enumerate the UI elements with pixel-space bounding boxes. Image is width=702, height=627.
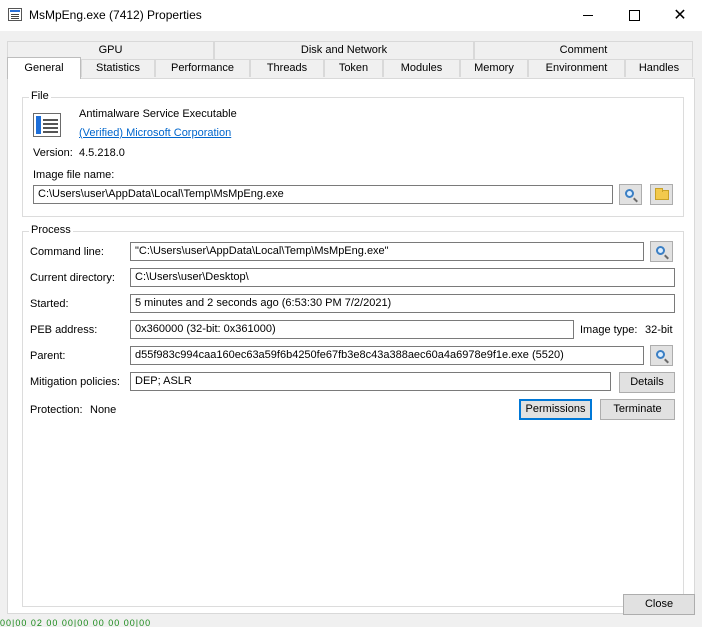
inspect-parent-button[interactable] xyxy=(650,345,673,366)
permissions-button[interactable]: Permissions xyxy=(519,399,592,420)
maximize-icon xyxy=(628,10,640,21)
inspect-file-button[interactable] xyxy=(619,184,642,205)
mitigation-policies-label: Mitigation policies: xyxy=(30,376,120,388)
close-button[interactable]: Close xyxy=(623,594,695,615)
image-file-name-field[interactable]: C:\Users\user\AppData\Local\Temp\MsMpEng… xyxy=(33,185,613,204)
peb-address-label: PEB address: xyxy=(30,324,98,336)
protection-value: None xyxy=(90,404,117,416)
minimize-icon xyxy=(583,15,593,16)
image-file-name-label: Image file name: xyxy=(33,169,115,181)
started-label: Started: xyxy=(30,298,69,310)
general-tab-panel: File Antimalware Service Executable (Ver… xyxy=(7,78,695,614)
version-value: 4.5.218.0 xyxy=(79,147,125,159)
maximize-button[interactable] xyxy=(611,0,657,31)
tab-handles[interactable]: Handles xyxy=(625,59,693,77)
minimize-button[interactable] xyxy=(565,0,611,31)
tab-general[interactable]: General xyxy=(7,57,81,79)
magnifier-icon xyxy=(655,349,665,359)
current-directory-label: Current directory: xyxy=(30,272,115,284)
background-window-strip: 00|00 02 00 00|00 00 00 00|00 xyxy=(0,618,702,627)
file-legend: File xyxy=(29,90,51,102)
peb-address-field[interactable]: 0x360000 (32-bit: 0x361000) xyxy=(130,320,574,339)
mitigation-policies-field[interactable]: DEP; ASLR xyxy=(130,372,611,391)
terminate-button[interactable]: Terminate xyxy=(600,399,675,420)
tab-token[interactable]: Token xyxy=(324,59,383,77)
parent-field[interactable]: d55f983c994caa160ec63a59f6b4250fe67fb3e8… xyxy=(130,346,644,365)
image-type-label: Image type: xyxy=(580,324,638,336)
open-file-location-button[interactable] xyxy=(650,184,673,205)
parent-label: Parent: xyxy=(30,350,66,362)
application-icon-large xyxy=(33,113,61,137)
process-legend: Process xyxy=(29,224,73,236)
image-type-value: 32-bit xyxy=(645,324,673,336)
tab-statistics[interactable]: Statistics xyxy=(81,59,155,77)
application-icon xyxy=(8,8,22,21)
tab-performance[interactable]: Performance xyxy=(155,59,250,77)
started-field[interactable]: 5 minutes and 2 seconds ago (6:53:30 PM … xyxy=(130,294,675,313)
window-title: MsMpEng.exe (7412) Properties xyxy=(29,8,202,22)
protection-label: Protection: xyxy=(30,404,83,416)
current-directory-field[interactable]: C:\Users\user\Desktop\ xyxy=(130,268,675,287)
magnifier-icon xyxy=(655,245,665,255)
command-line-field[interactable]: "C:\Users\user\AppData\Local\Temp\MsMpEn… xyxy=(130,242,644,261)
command-line-label: Command line: xyxy=(30,246,104,258)
inspect-command-line-button[interactable] xyxy=(650,241,673,262)
version-label: Version: xyxy=(33,147,73,159)
folder-icon xyxy=(654,187,669,200)
properties-dialog: GPU Disk and Network Comment General Sta… xyxy=(0,31,702,627)
file-description: Antimalware Service Executable xyxy=(79,108,237,120)
close-window-button[interactable]: ✕ xyxy=(657,0,702,31)
tab-disk-and-network[interactable]: Disk and Network xyxy=(214,41,474,59)
tab-environment[interactable]: Environment xyxy=(528,59,625,77)
verified-company-link[interactable]: (Verified) Microsoft Corporation xyxy=(79,127,231,139)
details-button[interactable]: Details xyxy=(619,372,675,393)
tab-memory[interactable]: Memory xyxy=(460,59,528,77)
tab-threads[interactable]: Threads xyxy=(250,59,324,77)
close-icon: ✕ xyxy=(673,6,687,24)
tab-comment[interactable]: Comment xyxy=(474,41,693,59)
tab-modules[interactable]: Modules xyxy=(383,59,460,77)
magnifier-icon xyxy=(624,188,634,198)
title-bar: MsMpEng.exe (7412) Properties ✕ xyxy=(0,0,702,31)
